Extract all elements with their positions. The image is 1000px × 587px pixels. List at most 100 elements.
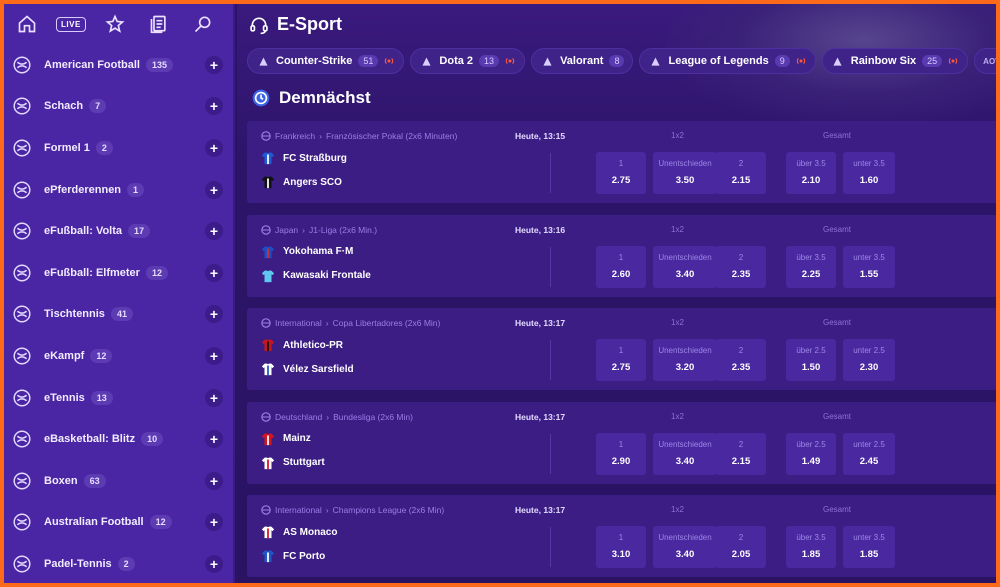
sidebar-item-count: 17 xyxy=(128,224,151,239)
odds-button[interactable]: unter 2.5 2.45 xyxy=(843,432,895,475)
odds-button[interactable]: 2 2.35 xyxy=(716,245,766,288)
match-card[interactable]: Deutschland › Bundesliga (2x6 Min) Heute, 1… xyxy=(247,401,996,484)
match-card[interactable]: International › Copa Libertadores (2x6 Min… xyxy=(247,308,996,390)
team-jersey-icon xyxy=(261,152,275,165)
odds-button[interactable]: über 3.5 1.85 xyxy=(786,526,836,568)
game-chip[interactable]: League of Legends 9 xyxy=(639,48,816,74)
add-favorite-button[interactable]: + xyxy=(205,138,223,157)
add-favorite-button[interactable]: + xyxy=(205,97,223,116)
add-favorite-button[interactable]: + xyxy=(205,263,223,282)
odds-button[interactable]: 1 3.10 xyxy=(596,526,646,568)
sidebar-item[interactable]: eTennis 13 + xyxy=(4,377,233,419)
home-icon[interactable] xyxy=(12,8,41,40)
odds-button[interactable]: 1 2.90 xyxy=(596,432,646,475)
away-team: FC Porto xyxy=(261,549,325,563)
odds-label: über 3.5 xyxy=(796,533,826,542)
add-favorite-button[interactable]: + xyxy=(205,346,223,365)
sidebar-item[interactable]: Tischtennis 41 + xyxy=(4,294,233,336)
odds-button[interactable]: 2 2.15 xyxy=(716,152,766,194)
match-card[interactable]: Japan › J1-Liga (2x6 Min.) Heute, 13:16 Yoko… xyxy=(247,214,996,297)
padel-icon xyxy=(10,552,34,576)
odds-value: 1.60 xyxy=(859,175,879,186)
league-country: Deutschland xyxy=(275,411,323,422)
odds-button[interactable]: Unentschieden 3.50 xyxy=(653,152,717,194)
sidebar-item[interactable]: Formel 1 2 + xyxy=(4,127,233,169)
add-favorite-button[interactable]: + xyxy=(205,305,223,324)
odds-button[interactable]: über 3.5 2.25 xyxy=(786,245,836,288)
add-favorite-button[interactable]: + xyxy=(205,222,223,241)
match-card[interactable]: International › Champions League (2x6 Min)… xyxy=(247,495,996,577)
odds-label: über 3.5 xyxy=(796,159,826,168)
sidebar-item[interactable]: Schach 7 + xyxy=(4,86,233,128)
odds-button[interactable]: über 2.5 1.49 xyxy=(786,432,836,475)
sidebar-item[interactable]: Boxen 63 + xyxy=(4,460,233,502)
esport-ball-icon xyxy=(261,411,271,422)
add-favorite-button[interactable]: + xyxy=(205,471,223,490)
odds-button[interactable]: 1 2.60 xyxy=(596,245,646,288)
league-breadcrumb[interactable]: Japan › J1-Liga (2x6 Min.) xyxy=(261,225,377,235)
league-breadcrumb[interactable]: Frankreich › Französischer Pokal (2x6 Minu… xyxy=(261,131,457,141)
live-indicator-icon xyxy=(796,57,805,65)
game-chip-count: 25 xyxy=(922,55,943,67)
odds-button[interactable]: 2 2.35 xyxy=(716,339,766,381)
odds-button[interactable]: 1 2.75 xyxy=(596,339,646,381)
betslip-icon[interactable] xyxy=(145,8,174,40)
sidebar-item[interactable]: eFußball: Elfmeter 12 + xyxy=(4,252,233,294)
add-favorite-button[interactable]: + xyxy=(205,388,223,407)
odds-button[interactable]: über 2.5 1.50 xyxy=(786,339,836,381)
esport-ball-icon xyxy=(261,131,271,141)
odds-button[interactable]: 2 2.15 xyxy=(716,432,766,475)
match-time: Heute, 13:15 xyxy=(515,131,566,141)
odds-button[interactable]: unter 2.5 2.30 xyxy=(843,339,895,381)
sidebar-item[interactable]: American Football 135 + xyxy=(4,44,233,86)
team-jersey-icon xyxy=(261,245,275,258)
odds-label: 2 xyxy=(738,252,744,262)
odds-button[interactable]: 2 2.05 xyxy=(716,526,766,568)
team-jersey-icon xyxy=(261,432,275,445)
odds-button[interactable]: unter 3.5 1.85 xyxy=(843,526,895,568)
game-chip[interactable]: Rainbow Six 25 xyxy=(821,48,969,74)
app-frame: LIVE American Football 135 + Schach 7 + Formel… xyxy=(4,4,996,583)
sidebar-item[interactable]: eBasketball: Blitz 10 + xyxy=(4,418,233,460)
sidebar-item[interactable]: eFußball: Volta 17 + xyxy=(4,210,233,252)
odds-label: unter 3.5 xyxy=(853,159,885,168)
match-card[interactable]: Frankreich › Französischer Pokal (2x6 Minu… xyxy=(247,121,996,203)
add-favorite-button[interactable]: + xyxy=(205,554,223,573)
home-team-name: AS Monaco xyxy=(283,526,338,538)
odds-button[interactable]: Unentschieden 3.40 xyxy=(653,526,717,568)
league-breadcrumb[interactable]: International › Copa Libertadores (2x6 Min… xyxy=(261,318,440,328)
sidebar-item[interactable]: Padel-Tennis 2 + xyxy=(4,543,233,583)
game-chip[interactable]: Dota 2 13 xyxy=(410,48,526,74)
sidebar-item[interactable]: eKampf 12 + xyxy=(4,335,233,377)
game-chip[interactable]: Counter-Strike 51 xyxy=(247,48,405,74)
sidebar-item-count: 135 xyxy=(145,57,173,72)
home-team-name: Mainz xyxy=(283,433,311,444)
odds-button[interactable]: Unentschieden 3.40 xyxy=(653,245,717,288)
add-favorite-button[interactable]: + xyxy=(205,513,223,532)
team-jersey-icon xyxy=(261,339,275,352)
odds-button[interactable]: 1 2.75 xyxy=(596,152,646,194)
odds-button[interactable]: unter 3.5 1.55 xyxy=(843,245,895,288)
league-breadcrumb[interactable]: Deutschland › Bundesliga (2x6 Min) xyxy=(261,412,413,422)
game-chip[interactable]: AOVArena of Valor xyxy=(974,48,996,74)
odds-button[interactable]: Unentschieden 3.20 xyxy=(653,339,717,381)
away-team-name: FC Porto xyxy=(283,550,326,562)
add-favorite-button[interactable]: + xyxy=(205,180,223,199)
odds-button[interactable]: Unentschieden 3.40 xyxy=(653,432,717,475)
add-favorite-button[interactable]: + xyxy=(205,55,223,74)
sidebar-item[interactable]: ePferderennen 1 + xyxy=(4,169,233,211)
odds-value: 3.40 xyxy=(675,268,695,280)
team-odds-divider xyxy=(550,433,551,474)
league-breadcrumb[interactable]: International › Champions League (2x6 Min) xyxy=(261,505,444,515)
breadcrumb-separator: › xyxy=(326,411,330,422)
sidebar-item[interactable]: Australian Football 12 + xyxy=(4,502,233,544)
odds-button[interactable]: unter 3.5 1.60 xyxy=(843,152,895,194)
odds-button[interactable]: über 3.5 2.10 xyxy=(786,152,836,194)
game-chip[interactable]: Valorant 8 xyxy=(531,48,634,74)
sidebar-item-label: eKampf xyxy=(44,349,85,362)
add-favorite-button[interactable]: + xyxy=(205,430,223,449)
search-icon[interactable] xyxy=(189,8,218,40)
odds-value: 2.15 xyxy=(731,455,751,467)
star-icon[interactable] xyxy=(101,8,130,40)
live-button[interactable]: LIVE xyxy=(56,8,86,40)
